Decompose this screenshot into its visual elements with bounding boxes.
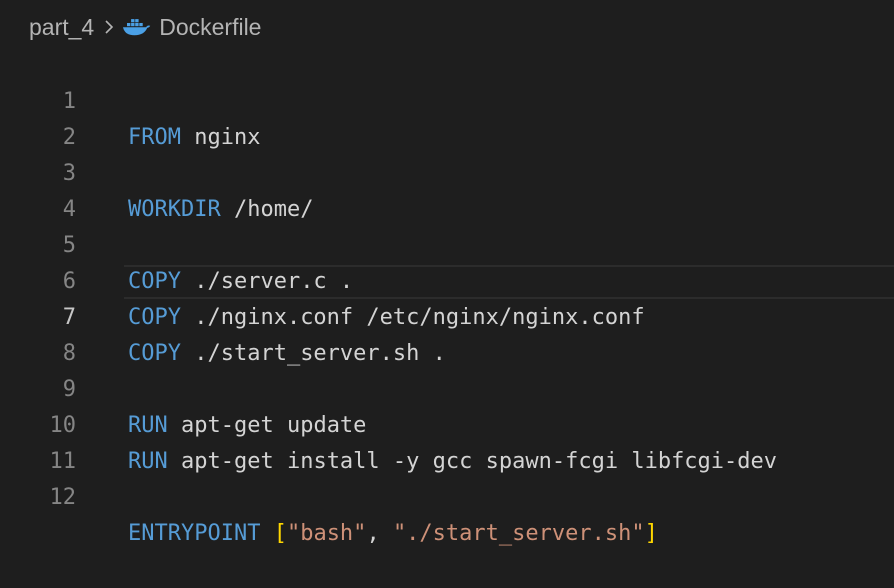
code-line[interactable]: 12 ENTRYPOINT ["bash", "./start_server.s… (0, 444, 894, 546)
code-line[interactable]: 4 (0, 156, 894, 222)
chevron-right-icon (104, 19, 114, 35)
dockerfile-keyword: ENTRYPOINT (128, 521, 261, 546)
string-literal: "./start_server.sh" (392, 521, 645, 546)
string-literal: "bash" (286, 521, 367, 546)
code-line[interactable]: 2 (0, 84, 894, 150)
open-bracket: [ (273, 521, 287, 546)
docker-whale-icon (122, 17, 152, 37)
code-editor[interactable]: 1 FROM nginx 2 3 WORKDIR /home/ 4 5 COPY… (0, 48, 894, 546)
code-line[interactable]: 9 RUN apt-get update (0, 336, 894, 438)
comma-separator: , (366, 521, 393, 546)
code-line[interactable]: 1 FROM nginx (0, 48, 894, 150)
breadcrumb: part_4 Dockerfile (29, 10, 261, 44)
code-line-current[interactable]: 7 COPY ./start_server.sh . (0, 264, 894, 366)
code-line[interactable]: 6 COPY ./nginx.conf /etc/nginx/nginx.con… (0, 228, 894, 330)
line-content[interactable]: ENTRYPOINT ["bash", "./start_server.sh"] (128, 516, 658, 552)
close-bracket: ] (644, 521, 658, 546)
code-line[interactable]: 10 RUN apt-get install -y gcc spawn-fcgi… (0, 372, 894, 474)
breadcrumb-folder[interactable]: part_4 (29, 14, 94, 41)
code-line[interactable]: 11 (0, 408, 894, 474)
code-line[interactable]: 5 COPY ./server.c . (0, 192, 894, 294)
code-line[interactable]: 8 (0, 300, 894, 366)
code-line[interactable]: 3 WORKDIR /home/ (0, 120, 894, 222)
line-number: 12 (49, 485, 77, 510)
breadcrumb-file[interactable]: Dockerfile (159, 14, 261, 41)
